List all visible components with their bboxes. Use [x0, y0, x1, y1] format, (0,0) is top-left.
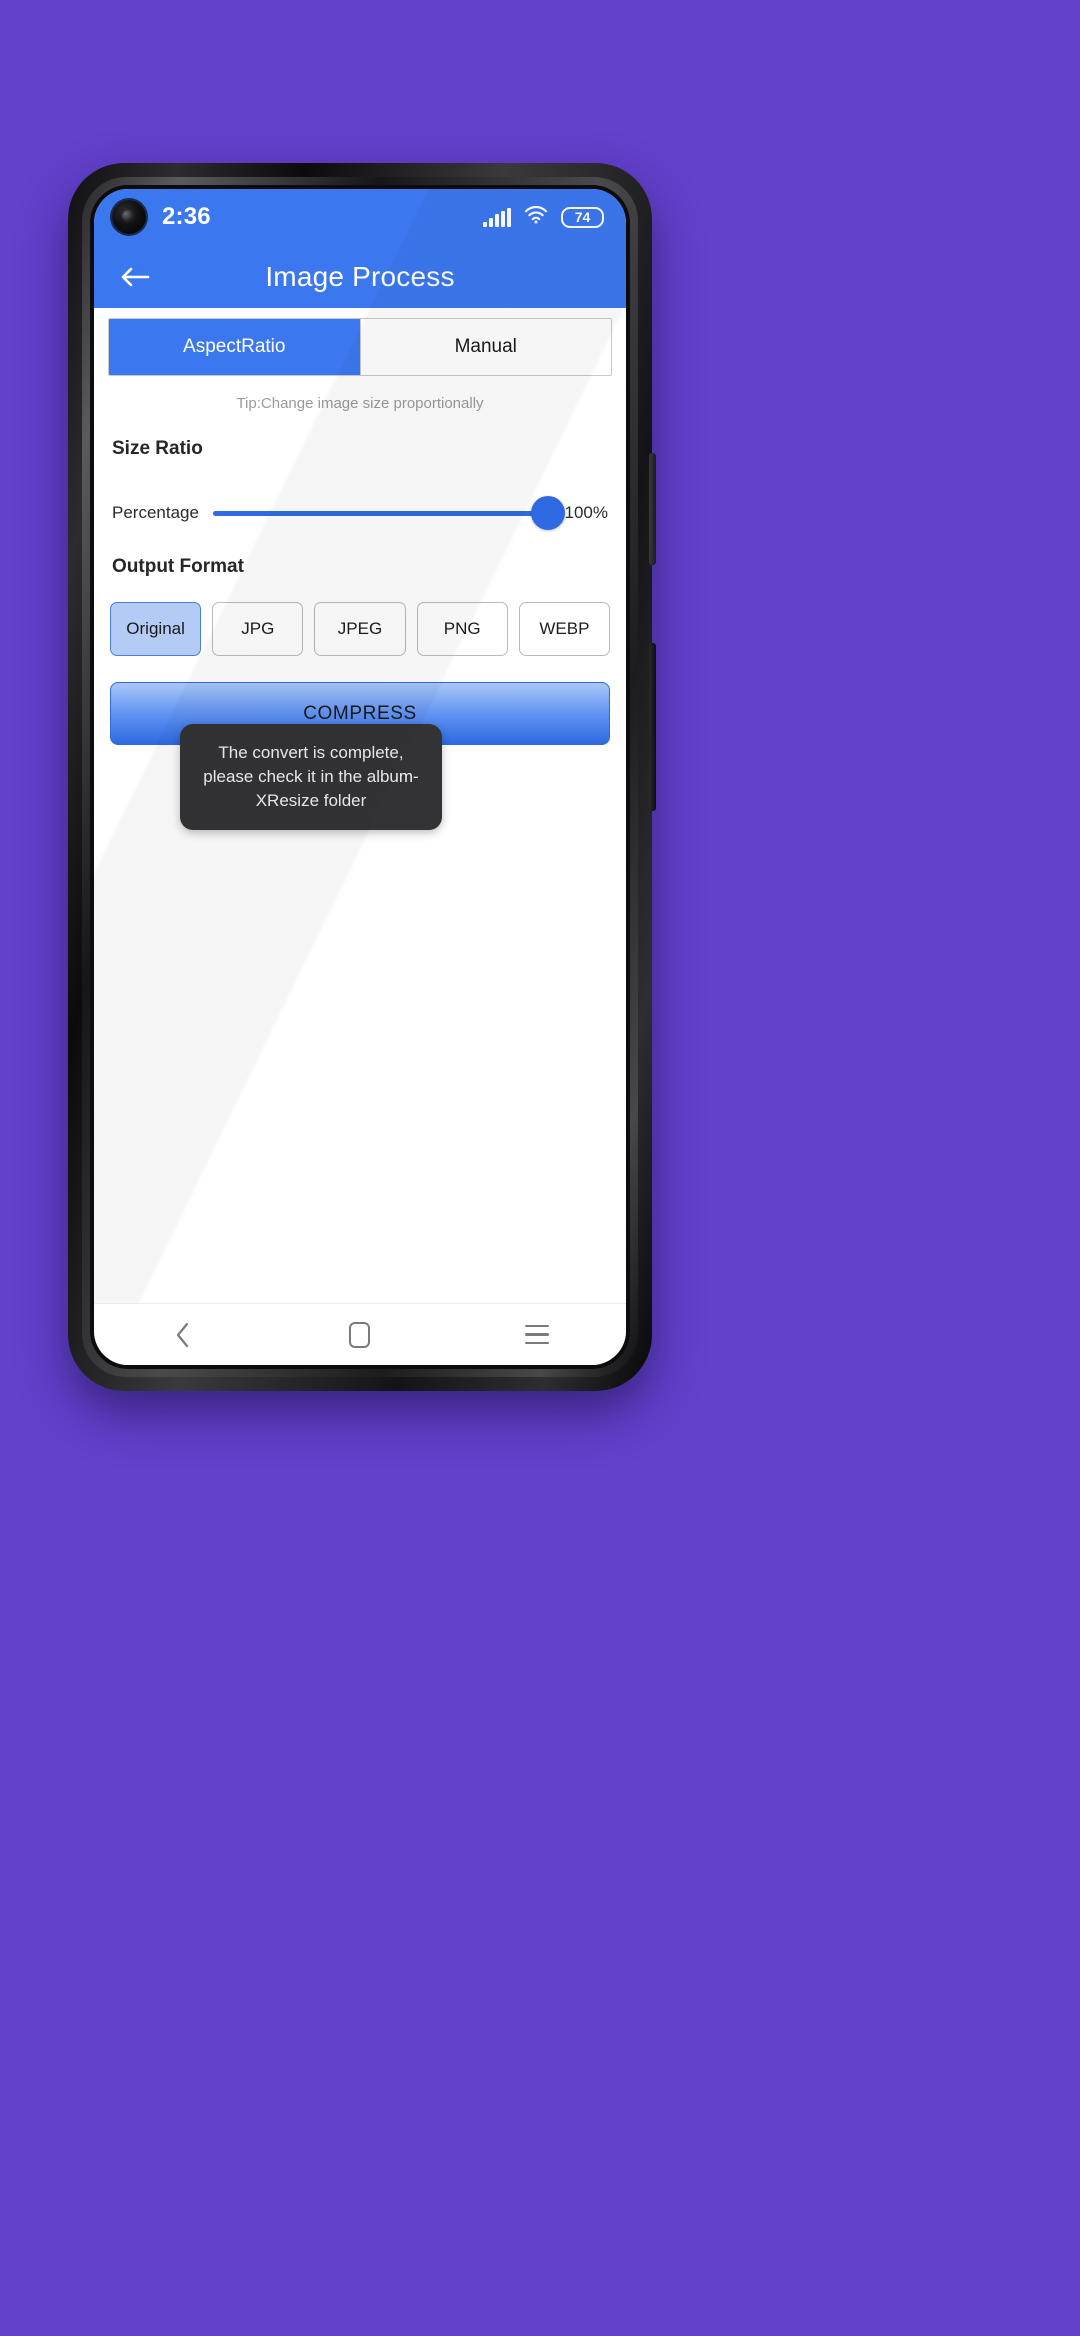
arrow-left-icon [121, 267, 150, 286]
output-format-title: Output Format [112, 556, 244, 577]
nav-recents-button[interactable] [502, 1312, 572, 1358]
percentage-value: 100% [564, 503, 608, 522]
volume-rocker-button[interactable] [649, 453, 656, 565]
menu-lines-icon [525, 1324, 550, 1345]
status-bar-time: 2:36 [162, 203, 211, 230]
output-format-options: Original JPG JPEG PNG WEBP [110, 602, 611, 656]
percentage-slider[interactable] [212, 496, 565, 530]
size-ratio-title: Size Ratio [112, 438, 203, 459]
page-title: Image Process [265, 260, 455, 292]
phone-device: 2:36 74 Image Process AspectRatio Manual… [68, 163, 656, 1391]
toast-message: The convert is complete, please check it… [180, 724, 442, 831]
tab-bar: AspectRatio Manual [108, 318, 612, 376]
percentage-slider-row: Percentage 100% [112, 496, 608, 530]
app-content: AspectRatio Manual Tip:Change image size… [94, 308, 626, 1303]
battery-level-label: 74 [574, 209, 591, 225]
home-square-icon [349, 1321, 371, 1348]
signal-icon [483, 207, 511, 227]
format-option-jpeg[interactable]: JPEG [314, 602, 406, 656]
status-bar-icons: 74 [483, 205, 604, 229]
tab-manual[interactable]: Manual [359, 319, 611, 375]
format-option-original[interactable]: Original [110, 602, 202, 656]
format-option-webp[interactable]: WEBP [518, 602, 611, 656]
slider-thumb[interactable] [531, 496, 565, 530]
nav-back-button[interactable] [148, 1312, 218, 1358]
power-button[interactable] [649, 643, 656, 811]
navigation-bar [94, 1303, 626, 1365]
tab-aspect-ratio[interactable]: AspectRatio [109, 319, 360, 375]
format-option-jpg[interactable]: JPG [212, 602, 304, 656]
status-bar: 2:36 74 [94, 189, 626, 245]
app-bar: Image Process [94, 245, 626, 308]
back-button[interactable] [112, 254, 158, 300]
punch-hole-camera-icon [112, 200, 146, 234]
battery-icon: 74 [561, 206, 604, 228]
phone-screen: 2:36 74 Image Process AspectRatio Manual… [94, 189, 626, 1365]
percentage-label: Percentage [112, 503, 199, 522]
tip-text: Tip:Change image size proportionally [236, 395, 484, 412]
slider-fill [212, 510, 548, 516]
wifi-icon [524, 205, 548, 229]
format-option-png[interactable]: PNG [416, 602, 508, 656]
chevron-left-icon [176, 1322, 188, 1347]
nav-home-button[interactable] [325, 1312, 395, 1358]
